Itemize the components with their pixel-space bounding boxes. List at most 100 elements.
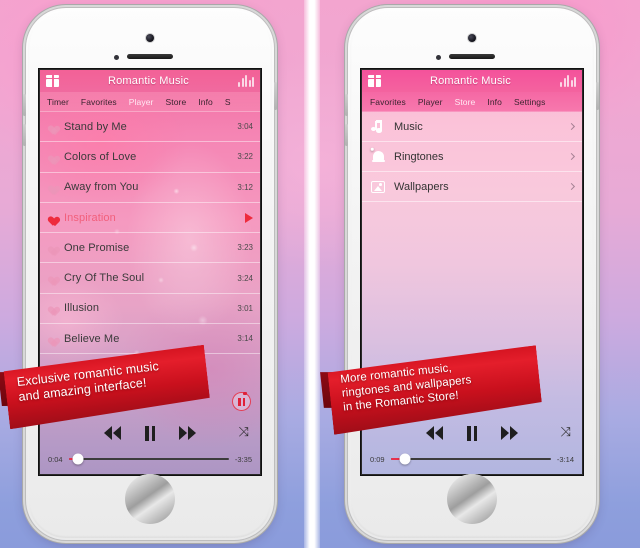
chevron-right-icon bbox=[567, 152, 576, 161]
table-row[interactable]: Stand by Me 3:04 bbox=[40, 112, 260, 143]
progress-track[interactable] bbox=[390, 453, 551, 465]
gift-icon[interactable] bbox=[368, 75, 381, 87]
front-camera-icon bbox=[468, 34, 476, 42]
table-row[interactable]: Believe Me 3:14 bbox=[40, 324, 260, 355]
song-title: Away from You bbox=[64, 181, 139, 194]
table-row-now-playing[interactable]: Inspiration bbox=[40, 203, 260, 234]
pause-icon[interactable] bbox=[145, 425, 155, 441]
song-duration: 3:24 bbox=[237, 273, 253, 283]
proximity-sensor-icon bbox=[114, 55, 119, 60]
next-track-icon[interactable] bbox=[179, 426, 196, 440]
tab-store[interactable]: Store bbox=[159, 97, 192, 107]
app-header-right: Romantic Music bbox=[362, 70, 582, 92]
iphone-device-right: Romantic Music Favorites Player Store In… bbox=[345, 8, 599, 540]
previous-track-icon[interactable] bbox=[104, 426, 121, 440]
tab-favorites[interactable]: Favorites bbox=[364, 97, 412, 107]
page-title: Romantic Music bbox=[429, 75, 512, 87]
heart-icon[interactable] bbox=[46, 213, 57, 223]
heart-icon[interactable] bbox=[46, 152, 57, 162]
elapsed-time: 0:04 bbox=[48, 454, 63, 464]
elapsed-time: 0:09 bbox=[370, 454, 385, 464]
volume-up-button[interactable] bbox=[23, 94, 26, 116]
front-camera-icon bbox=[146, 34, 154, 42]
heart-icon[interactable] bbox=[46, 303, 57, 313]
song-duration: 3:23 bbox=[237, 243, 253, 253]
song-duration: 3:01 bbox=[237, 303, 253, 313]
equalizer-icon[interactable] bbox=[238, 75, 254, 87]
song-title: Believe Me bbox=[64, 332, 120, 345]
transport-controls bbox=[40, 420, 260, 446]
tab-info[interactable]: Info bbox=[481, 97, 508, 107]
chevron-right-icon bbox=[567, 122, 576, 131]
remaining-time: -3:35 bbox=[234, 454, 252, 464]
table-row[interactable]: One Promise 3:23 bbox=[40, 233, 260, 264]
remaining-time: -3:14 bbox=[556, 454, 574, 464]
volume-down-button[interactable] bbox=[23, 124, 26, 146]
tab-settings[interactable]: Settings bbox=[508, 97, 552, 107]
earpiece-speaker-icon bbox=[127, 54, 173, 59]
shuffle-icon[interactable]: ⤨ bbox=[561, 425, 571, 438]
tab-player[interactable]: Player bbox=[412, 97, 449, 107]
progress-track[interactable] bbox=[68, 453, 229, 465]
panel-divider bbox=[304, 0, 320, 548]
song-title: Stand by Me bbox=[64, 120, 127, 133]
app-store-screenshot-pair: Romantic Music Timer Favorites Player St… bbox=[0, 0, 640, 548]
heart-icon[interactable] bbox=[46, 122, 57, 132]
home-button[interactable] bbox=[125, 474, 175, 524]
heart-icon[interactable] bbox=[46, 182, 57, 192]
list-item-wallpapers[interactable]: Wallpapers bbox=[362, 172, 582, 202]
proximity-sensor-icon bbox=[436, 55, 441, 60]
pause-icon[interactable] bbox=[467, 425, 477, 441]
song-list: Stand by Me 3:04 Colors of Love 3:22 Awa… bbox=[40, 112, 260, 355]
song-duration: 3:12 bbox=[237, 182, 253, 192]
scrubber[interactable]: 0:04 -3:35 bbox=[40, 452, 260, 466]
heart-icon[interactable] bbox=[46, 273, 57, 283]
song-title: One Promise bbox=[64, 241, 130, 254]
list-item-label: Wallpapers bbox=[394, 180, 449, 193]
image-icon bbox=[371, 180, 385, 194]
scrubber[interactable]: 0:09 -3:14 bbox=[362, 452, 582, 466]
tabbar-left: Timer Favorites Player Store Info S bbox=[40, 92, 260, 112]
next-track-icon[interactable] bbox=[501, 426, 518, 440]
play-icon[interactable] bbox=[245, 212, 253, 223]
power-button[interactable] bbox=[596, 82, 599, 110]
song-duration: 3:22 bbox=[237, 152, 253, 162]
song-title: Colors of Love bbox=[64, 150, 137, 163]
bell-icon bbox=[371, 147, 385, 164]
shuffle-icon[interactable]: ⤨ bbox=[239, 425, 249, 438]
scrubber-handle[interactable] bbox=[399, 453, 411, 465]
song-title: Cry Of The Soul bbox=[64, 272, 145, 285]
page-title: Romantic Music bbox=[107, 75, 190, 87]
tab-player[interactable]: Player bbox=[123, 97, 160, 107]
song-duration: 3:14 bbox=[237, 334, 253, 344]
gift-icon[interactable] bbox=[46, 75, 59, 87]
tabbar-right: Favorites Player Store Info Settings bbox=[362, 92, 582, 112]
heart-icon[interactable] bbox=[46, 243, 57, 253]
home-button[interactable] bbox=[447, 474, 497, 524]
iphone-device-left: Romantic Music Timer Favorites Player St… bbox=[23, 8, 277, 540]
heart-icon[interactable] bbox=[46, 334, 57, 344]
record-pause-icon[interactable] bbox=[232, 392, 251, 411]
earpiece-speaker-icon bbox=[449, 54, 495, 59]
tab-favorites[interactable]: Favorites bbox=[75, 97, 123, 107]
scrubber-handle[interactable] bbox=[72, 453, 84, 465]
previous-track-icon[interactable] bbox=[426, 426, 443, 440]
power-button[interactable] bbox=[274, 82, 277, 110]
table-row[interactable]: Away from You 3:12 bbox=[40, 173, 260, 203]
tab-store[interactable]: Store bbox=[449, 97, 482, 107]
equalizer-icon[interactable] bbox=[560, 75, 576, 87]
chevron-right-icon bbox=[567, 182, 576, 191]
volume-up-button[interactable] bbox=[345, 94, 348, 116]
tab-settings[interactable]: S bbox=[219, 97, 237, 107]
volume-down-button[interactable] bbox=[345, 124, 348, 146]
song-title: Inspiration bbox=[64, 211, 116, 224]
list-item-ringtones[interactable]: Ringtones bbox=[362, 142, 582, 172]
tab-info[interactable]: Info bbox=[192, 97, 219, 107]
table-row[interactable]: Cry Of The Soul 3:24 bbox=[40, 263, 260, 294]
table-row[interactable]: Illusion 3:01 bbox=[40, 294, 260, 325]
list-item-label: Ringtones bbox=[394, 150, 444, 163]
tab-timer[interactable]: Timer bbox=[41, 97, 75, 107]
list-item-music[interactable]: Music bbox=[362, 112, 582, 142]
table-row[interactable]: Colors of Love 3:22 bbox=[40, 142, 260, 173]
song-duration: 3:04 bbox=[237, 122, 253, 132]
